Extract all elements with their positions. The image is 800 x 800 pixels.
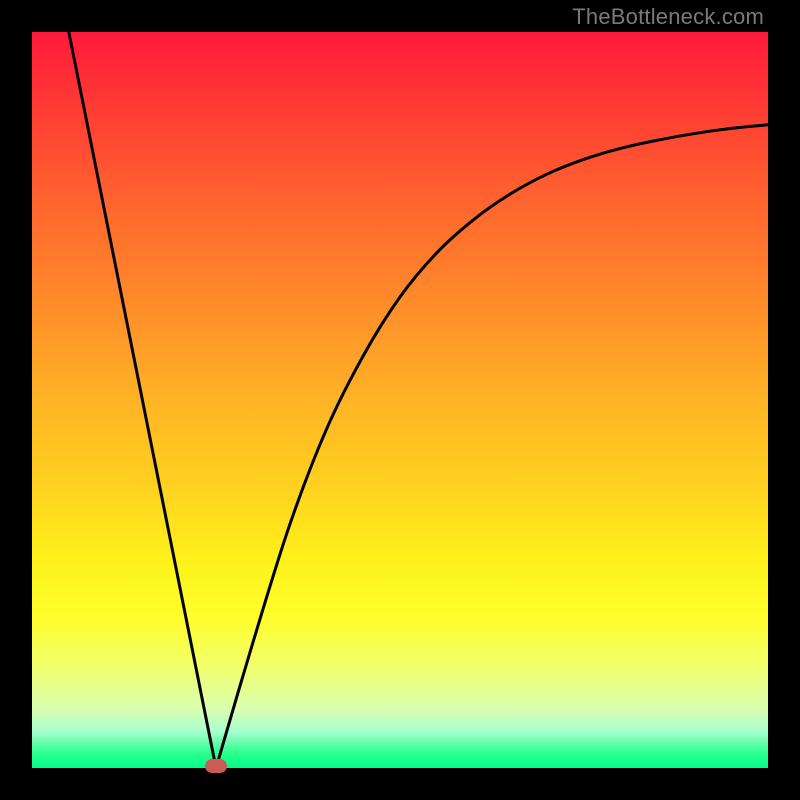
chart-curve-layer	[0, 0, 800, 800]
min-point-marker	[205, 759, 227, 773]
chart-frame: TheBottleneck.com	[0, 0, 800, 800]
bottleneck-curve	[69, 32, 768, 768]
watermark-text: TheBottleneck.com	[572, 4, 764, 30]
